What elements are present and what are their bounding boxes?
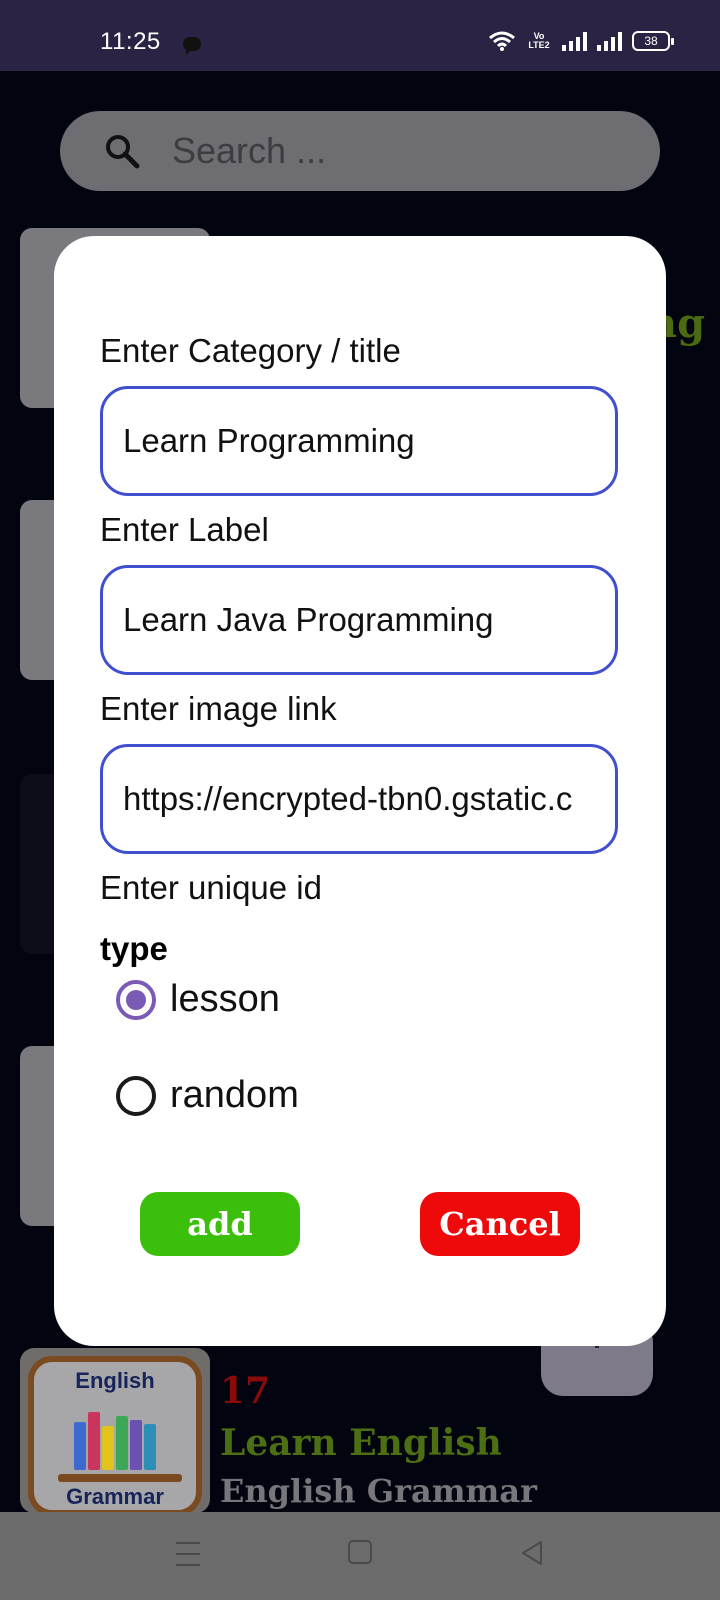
volte-icon: Vo LTE2: [526, 32, 552, 50]
thumb-word-bottom: Grammar: [66, 1484, 164, 1509]
signal-icon: [597, 31, 622, 51]
add-button[interactable]: add: [140, 1192, 300, 1256]
label-label: Enter Label: [100, 511, 269, 548]
category-field[interactable]: [100, 386, 618, 496]
radio-checked-icon[interactable]: [116, 979, 156, 1020]
signal-icon: [562, 31, 587, 51]
volte-line2: LTE2: [528, 40, 550, 50]
english-grammar-logo: English Grammar: [28, 1356, 202, 1513]
add-item-dialog: Enter Category / title Enter Label Enter…: [54, 236, 666, 1346]
image-link-field[interactable]: [100, 744, 618, 854]
radio-label-random: random: [170, 1074, 299, 1116]
list-item-subtitle: English Grammar: [220, 1472, 537, 1510]
image-link-label: Enter image link: [100, 690, 337, 727]
status-bar: 11:25 Vo LTE2 38: [0, 0, 720, 71]
radio-option-random[interactable]: random: [116, 1074, 299, 1117]
category-input[interactable]: [103, 389, 615, 493]
home-icon[interactable]: [348, 1540, 372, 1564]
search-input[interactable]: [172, 121, 612, 181]
category-label: Enter Category / title: [100, 332, 401, 369]
search-bar[interactable]: [60, 111, 660, 191]
chat-icon: [183, 37, 201, 55]
radio-label-lesson: lesson: [170, 978, 280, 1020]
back-icon[interactable]: [520, 1540, 544, 1566]
label-field[interactable]: [100, 565, 618, 675]
navigation-bar: [0, 1512, 720, 1600]
battery-icon: 38: [632, 31, 674, 51]
unique-id-label: Enter unique id: [100, 869, 322, 906]
status-icons: Vo LTE2 38: [488, 30, 674, 52]
status-time: 11:25: [100, 28, 161, 55]
list-item-thumbnail[interactable]: English Grammar: [20, 1348, 210, 1513]
list-item-number: 17: [220, 1370, 271, 1412]
list-item-title: Learn English: [220, 1422, 502, 1464]
shelf: [58, 1474, 182, 1482]
radio-option-lesson[interactable]: lesson: [116, 978, 280, 1021]
thumb-word-top: English: [75, 1368, 155, 1393]
menu-icon[interactable]: [176, 1542, 200, 1566]
books-icon: [74, 1412, 156, 1470]
cancel-button[interactable]: Cancel: [420, 1192, 580, 1256]
radio-dot: [126, 989, 146, 1010]
image-link-input[interactable]: [103, 747, 615, 851]
label-input[interactable]: [103, 568, 615, 672]
type-label: type: [100, 930, 168, 967]
search-icon: [106, 135, 140, 169]
wifi-icon: [489, 31, 515, 51]
radio-unchecked-icon[interactable]: [116, 1075, 156, 1116]
